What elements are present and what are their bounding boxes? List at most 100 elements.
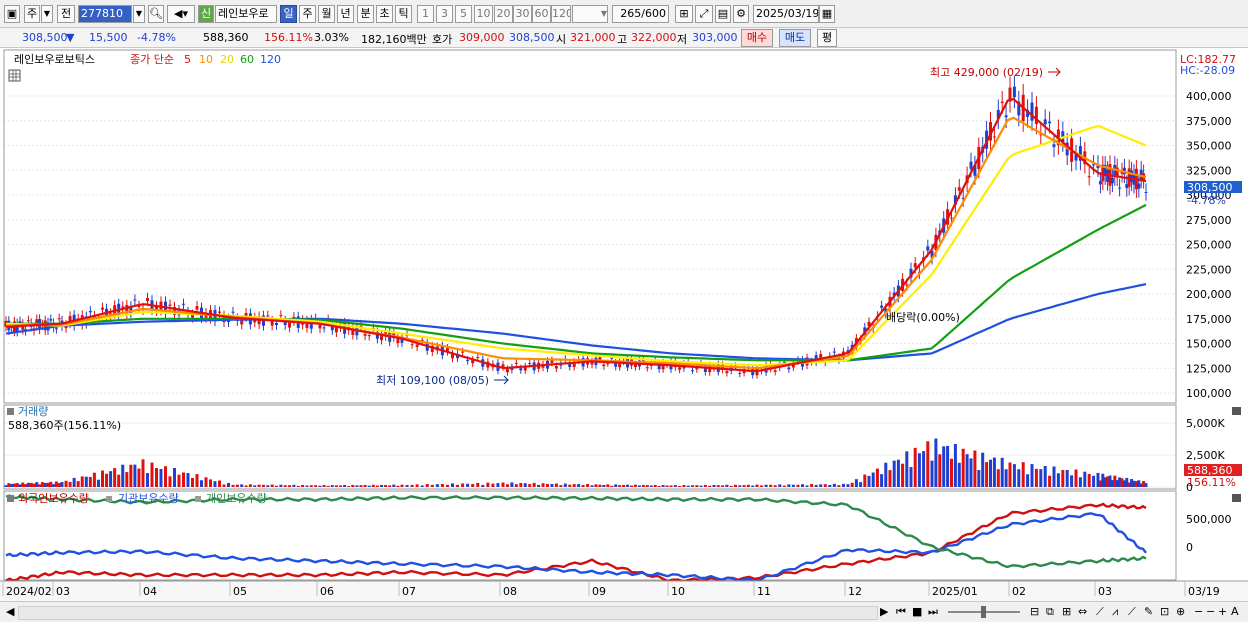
fit-icon[interactable]: ⊡	[1160, 605, 1169, 618]
pattern-icon[interactable]: ⩘	[1112, 605, 1118, 619]
change-pct: -4.78%	[137, 31, 176, 44]
candle-body	[318, 324, 322, 329]
chart-svg[interactable]: 100,000 125,000 150,000 175,000 200,000 225,0…	[0, 48, 1248, 601]
candle-body	[26, 320, 30, 322]
candle-body	[1118, 187, 1122, 189]
volume-bar	[1000, 457, 1004, 487]
expand-icon[interactable]: ⇔	[1078, 605, 1087, 618]
scroll-left-icon[interactable]: ◀	[6, 605, 14, 618]
interval-120[interactable]: 120	[551, 5, 571, 23]
grid-icon[interactable]: ⊞	[1062, 605, 1071, 618]
volume-bar	[546, 483, 549, 487]
volume-bar	[541, 483, 545, 487]
candle-body	[514, 362, 518, 364]
copy-icon[interactable]: ⧉	[1046, 605, 1054, 619]
candle-body	[461, 351, 465, 353]
current-price: 308,500	[22, 31, 68, 44]
tab-month[interactable]: 월	[318, 5, 335, 23]
volume-bar	[938, 454, 942, 487]
stock-name: 레인보우로	[215, 5, 277, 23]
interval-select[interactable]: ▼	[572, 5, 608, 23]
interval-1[interactable]: 1	[417, 5, 434, 23]
scroll-right-icon[interactable]: ▶	[880, 605, 888, 618]
price-tick-label: 100,000	[1186, 387, 1232, 400]
trend-icon[interactable]: ⟋	[1096, 605, 1104, 619]
candle-body	[101, 307, 104, 310]
candle-body	[738, 372, 742, 374]
search-icon[interactable]: 🔍︎	[148, 5, 164, 23]
x-axis-label: 04	[143, 585, 157, 598]
line-draw-icon[interactable]: ⟋	[1128, 605, 1136, 619]
panel-close-icon[interactable]	[1232, 494, 1241, 502]
chevron-down-icon[interactable]: ▼	[133, 5, 145, 23]
volume-bar	[665, 485, 669, 487]
tab-year[interactable]: 년	[337, 5, 354, 23]
stop-icon[interactable]: ■	[912, 605, 922, 618]
volume-bar	[96, 479, 100, 487]
volume-bar	[1070, 475, 1074, 487]
volume-bar	[388, 485, 392, 487]
tab-week[interactable]: 주	[299, 5, 316, 23]
table-icon[interactable]	[8, 69, 21, 82]
interval-30[interactable]: 30	[513, 5, 532, 23]
zoom-in-icon[interactable]: ⊕	[1176, 605, 1185, 618]
layout-icon[interactable]: ⊟	[1030, 605, 1039, 618]
draw-tool-icon[interactable]: ⤢	[695, 5, 713, 23]
x-axis-label: 11	[757, 585, 771, 598]
horizontal-scrollbar[interactable]	[18, 606, 878, 620]
interval-20[interactable]: 20	[494, 5, 513, 23]
interval-10[interactable]: 10	[474, 5, 493, 23]
count-value: 265	[620, 7, 642, 20]
volume-bar	[355, 485, 359, 487]
rewind-icon[interactable]: ⏮	[896, 605, 906, 619]
interval-3[interactable]: 3	[436, 5, 453, 23]
tab-tick[interactable]: 틱	[395, 5, 412, 23]
minus-icon[interactable]: −	[1194, 605, 1203, 618]
gear-icon[interactable]: ⚙	[733, 5, 749, 23]
volume-bar	[283, 485, 287, 487]
save-icon[interactable]: ▤	[715, 5, 731, 23]
volume-bar	[275, 485, 278, 487]
candle-body	[905, 284, 909, 286]
volume-bar	[461, 483, 465, 487]
calendar-icon[interactable]: ▦	[819, 5, 835, 23]
interval-60[interactable]: 60	[532, 5, 551, 23]
code-input[interactable]: 277810	[78, 5, 132, 23]
volume-bar	[186, 473, 190, 487]
minus-icon[interactable]: −	[1206, 605, 1215, 618]
chevron-down-icon[interactable]: ▼	[41, 5, 53, 23]
count-input[interactable]: 265/600	[612, 5, 669, 23]
volume-bar	[657, 485, 661, 487]
current-pct-tag: -4.78%	[1187, 194, 1226, 207]
chevron-down-icon: ▼	[600, 9, 607, 18]
volume-bar	[586, 484, 590, 487]
panel-close-icon[interactable]	[1232, 407, 1241, 415]
volume-bar	[686, 485, 690, 487]
sell-button[interactable]: 매도	[779, 29, 811, 47]
eval-button[interactable]: 평	[817, 29, 837, 47]
edit-icon[interactable]: ✎	[1144, 605, 1153, 618]
interval-5[interactable]: 5	[455, 5, 472, 23]
speaker-icon[interactable]: ◀▾	[167, 5, 195, 23]
tab-second[interactable]: 초	[376, 5, 393, 23]
window-icon[interactable]: ▣	[4, 5, 20, 23]
volume-bar	[486, 482, 490, 487]
chart-tool-icon[interactable]: ⊞	[675, 5, 693, 23]
high-price: 322,000	[631, 31, 677, 44]
volume-bar	[673, 485, 677, 487]
candle-body	[240, 320, 244, 325]
candle-body	[279, 315, 283, 317]
buy-button[interactable]: 매수	[741, 29, 773, 47]
volume-bar	[896, 459, 900, 487]
date-input[interactable]: 2025/03/19	[753, 5, 819, 23]
fast-forward-icon[interactable]: ⏭	[928, 605, 938, 619]
tab-minute[interactable]: 분	[357, 5, 374, 23]
plus-icon[interactable]: +	[1218, 605, 1227, 618]
zoom-slider-handle[interactable]	[981, 606, 986, 618]
tab-day[interactable]: 일	[280, 5, 297, 23]
font-size-icon[interactable]: A	[1231, 605, 1239, 618]
candle-body	[606, 363, 610, 365]
type-select[interactable]: 주	[24, 5, 40, 23]
prev-button[interactable]: 전	[57, 5, 75, 23]
candle-body	[121, 306, 125, 308]
